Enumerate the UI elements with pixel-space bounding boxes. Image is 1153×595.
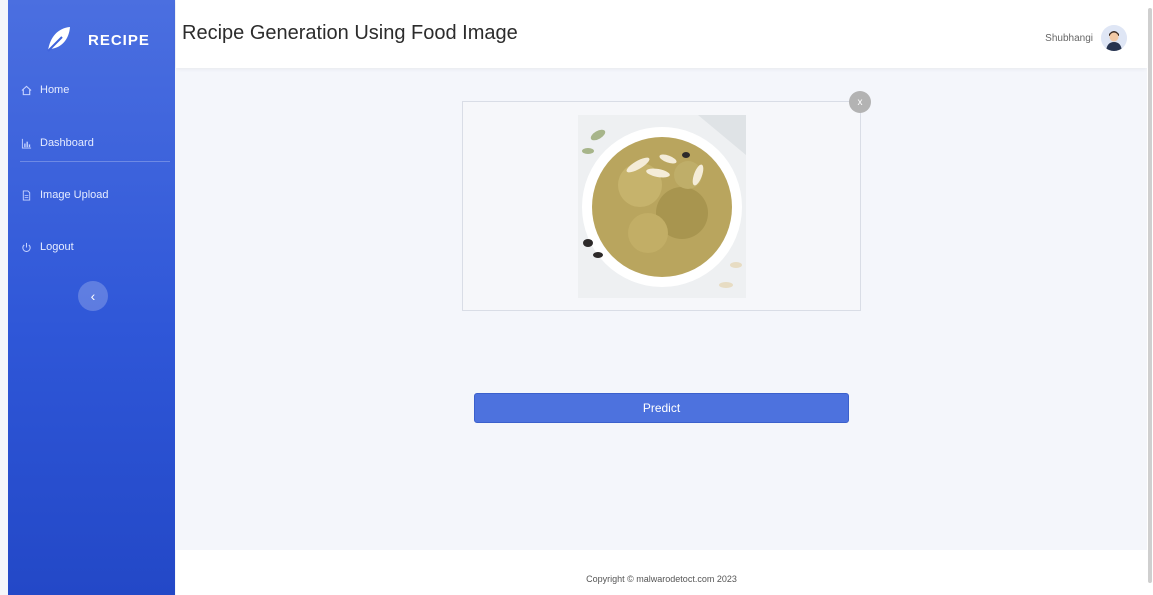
scrollbar-thumb[interactable]	[1148, 8, 1152, 583]
user-avatar-icon	[1101, 25, 1127, 51]
power-icon	[20, 241, 32, 253]
remove-image-button[interactable]: x	[849, 91, 871, 113]
sidebar-item-label: Logout	[40, 241, 74, 253]
footer: Copyright © malwarodetoct.com 2023	[176, 550, 1147, 595]
copyright-text: Copyright © malwarodetoct.com 2023	[586, 574, 737, 584]
page-title: Recipe Generation Using Food Image	[182, 22, 518, 44]
sidebar: RECIPE Home Dashboard Image Upload Logou…	[8, 0, 175, 595]
sidebar-item-home[interactable]: Home	[20, 79, 69, 101]
sidebar-item-label: Image Upload	[40, 189, 109, 201]
close-icon: x	[857, 96, 863, 108]
avatar[interactable]	[1101, 25, 1127, 51]
sidebar-item-label: Home	[40, 84, 70, 96]
sidebar-item-label: Dashboard	[40, 137, 94, 149]
user-menu[interactable]: Shubhangi	[1045, 25, 1127, 51]
uploaded-food-image	[578, 115, 746, 298]
file-icon	[20, 189, 32, 201]
chart-icon	[20, 137, 32, 149]
sidebar-divider	[20, 161, 170, 162]
sidebar-item-logout[interactable]: Logout	[20, 236, 74, 258]
chevron-left-icon: ‹	[90, 288, 96, 304]
image-upload-dropzone[interactable]	[462, 101, 861, 311]
predict-button[interactable]: Predict	[474, 393, 849, 423]
brand-name: RECIPE	[88, 32, 150, 49]
sidebar-item-image-upload[interactable]: Image Upload	[20, 184, 109, 206]
leaf-icon	[47, 27, 70, 52]
sidebar-item-dashboard[interactable]: Dashboard	[20, 132, 94, 154]
top-header: Recipe Generation Using Food Image Shubh…	[176, 0, 1147, 68]
sidebar-collapse-button[interactable]: ‹	[78, 281, 108, 311]
user-name: Shubhangi	[1045, 32, 1093, 44]
home-icon	[20, 84, 32, 96]
scrollbar[interactable]	[1147, 0, 1153, 595]
brand[interactable]: RECIPE	[8, 0, 175, 80]
